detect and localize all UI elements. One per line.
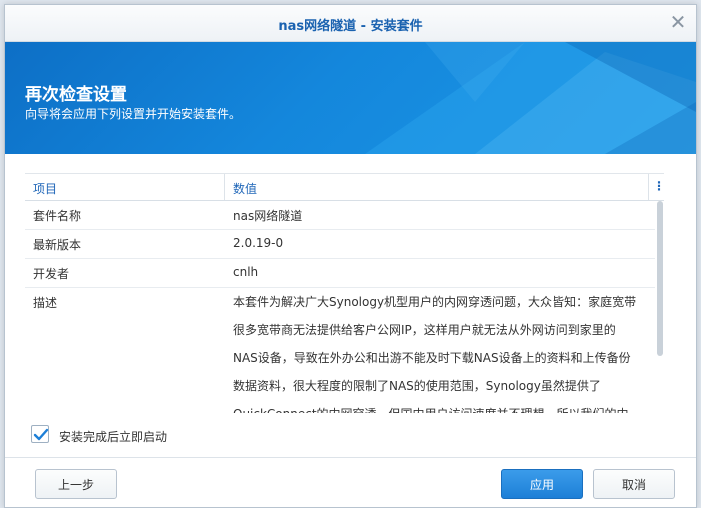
row-key: 开发者 xyxy=(33,267,70,281)
row-value: 2.0.19-0 xyxy=(233,236,284,250)
description-text: 本套件为解决广大Synology机型用户的内网穿透问题，大众皆知：家庭宽带 很多… xyxy=(233,288,643,413)
table-row-description: 描述 本套件为解决广大Synology机型用户的内网穿透问题，大众皆知：家庭宽带… xyxy=(25,288,655,413)
description-line: 很多宽带商无法提供给客户公网IP，这样用户就无法从外网访问到家里的 xyxy=(233,323,616,337)
install-wizard-window: nas网络隧道 - 安装套件 ✕ 再次检查设置 向导将会应用下列设置并开始安装套… xyxy=(4,4,697,508)
row-key: 最新版本 xyxy=(33,238,82,252)
settings-grid: 项目 数值 ⋮ 套件名称 nas网络隧道 最新版本 2.0.19-0 开发者 c… xyxy=(25,173,665,414)
description-line: 本套件为解决广大Synology机型用户的内网穿透问题，大众皆知：家庭宽带 xyxy=(233,295,637,309)
banner-title: 再次检查设置 xyxy=(25,85,127,105)
table-row: 开发者 cnlh xyxy=(25,259,655,288)
close-icon[interactable]: ✕ xyxy=(668,12,688,33)
row-value: nas网络隧道 xyxy=(233,209,303,223)
grid-body[interactable]: 套件名称 nas网络隧道 最新版本 2.0.19-0 开发者 cnlh 描述 本… xyxy=(25,201,655,413)
table-row: 套件名称 nas网络隧道 xyxy=(25,201,655,230)
banner-subtitle: 向导将会应用下列设置并开始安装套件。 xyxy=(25,107,242,121)
start-after-install-label[interactable]: 安装完成后立即启动 xyxy=(59,428,167,445)
description-line: QuickConnect的内网穿透，但国内用户访问速度并不理想，所以我们的内 xyxy=(233,400,643,413)
grid-scrollbar[interactable] xyxy=(657,201,663,356)
wizard-banner: 再次检查设置 向导将会应用下列设置并开始安装套件。 xyxy=(5,42,696,154)
start-after-install-checkbox[interactable] xyxy=(31,425,49,443)
row-key: 套件名称 xyxy=(33,209,82,223)
previous-button[interactable]: 上一步 xyxy=(35,469,117,499)
grid-header: 项目 数值 ⋮ xyxy=(25,174,665,201)
footer-divider xyxy=(5,457,696,458)
table-row: 最新版本 2.0.19-0 xyxy=(25,230,655,259)
column-header-value[interactable]: 数值 xyxy=(233,180,257,197)
column-divider xyxy=(648,174,649,200)
column-header-item[interactable]: 项目 xyxy=(33,180,57,197)
cancel-button[interactable]: 取消 xyxy=(593,469,675,499)
row-key: 描述 xyxy=(33,296,58,310)
description-line: NAS设备，导致在外办公和出游不能及时下载NAS设备上的资料和上传备份 xyxy=(233,351,631,365)
row-value: cnlh xyxy=(233,265,259,279)
window-titlebar[interactable]: nas网络隧道 - 安装套件 ✕ xyxy=(5,5,696,42)
column-menu-icon[interactable]: ⋮ xyxy=(653,179,665,193)
checkmark-icon xyxy=(33,428,49,441)
description-line: 数据资料，很大程度的限制了NAS的使用范围，Synology虽然提供了 xyxy=(233,379,601,393)
apply-button[interactable]: 应用 xyxy=(501,469,583,499)
window-title: nas网络隧道 - 安装套件 xyxy=(278,19,423,34)
column-divider xyxy=(224,174,225,200)
